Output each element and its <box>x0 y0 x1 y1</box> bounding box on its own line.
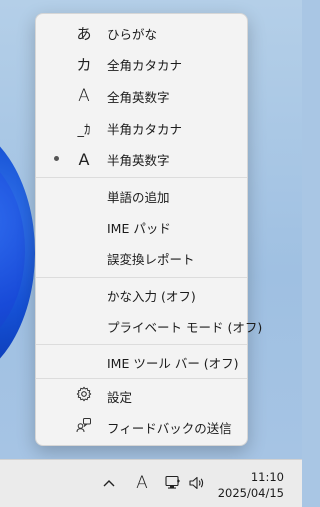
menu-separator <box>36 277 247 278</box>
menu-item-label: プライベート モード (オフ) <box>107 319 263 335</box>
clock-date: 2025/04/15 <box>217 486 284 500</box>
fullwidth-a-icon: A <box>78 86 90 106</box>
chevron-up-icon[interactable] <box>100 472 118 494</box>
menu-separator <box>36 344 247 345</box>
volume-icon[interactable] <box>187 472 207 494</box>
volume-icon-svg <box>189 476 204 490</box>
ime-mode-indicator[interactable]: A <box>132 472 152 494</box>
menu-item-kana-input[interactable]: かな入力 (オフ) <box>40 280 243 310</box>
system-clock[interactable]: 11:10 2025/04/15 <box>218 469 284 501</box>
menu-item-fullwidth-katakana[interactable]: カ 全角カタカナ <box>40 49 243 79</box>
selected-bullet-icon <box>54 156 59 161</box>
gear-icon-svg <box>76 386 92 402</box>
menu-item-label: フィードバックの送信 <box>107 420 232 436</box>
menu-separator <box>36 177 247 178</box>
menu-separator <box>36 378 247 379</box>
menu-item-ime-toolbar[interactable]: IME ツール バー (オフ) <box>40 347 243 377</box>
menu-item-label: 全角カタカナ <box>107 57 183 73</box>
menu-item-hiragana[interactable]: あ ひらがな <box>40 18 243 48</box>
menu-item-label: かな入力 (オフ) <box>107 288 196 304</box>
menu-item-label: 誤変換レポート <box>107 251 195 267</box>
menu-item-label: 単語の追加 <box>107 189 170 205</box>
menu-item-label: 全角英数字 <box>107 89 170 105</box>
clock-time: 11:10 <box>250 470 284 484</box>
menu-item-private-mode[interactable]: プライベート モード (オフ) <box>40 311 262 341</box>
menu-item-add-word[interactable]: 単語の追加 <box>40 181 243 211</box>
menu-item-label: IME ツール バー (オフ) <box>107 355 239 371</box>
network-icon-svg <box>165 475 180 489</box>
chevron-up-icon-svg <box>103 480 115 487</box>
menu-item-settings[interactable]: 設定 <box>40 381 243 411</box>
network-icon[interactable] <box>162 472 182 494</box>
katakana-icon: カ <box>76 55 92 74</box>
menu-item-conversion-report[interactable]: 誤変換レポート <box>40 243 243 273</box>
menu-item-label: 半角英数字 <box>107 152 170 168</box>
gear-icon <box>74 386 94 406</box>
menu-item-label: 設定 <box>107 389 133 405</box>
halfwidth-a-icon: A <box>78 149 90 169</box>
menu-item-ime-pad[interactable]: IME パッド <box>40 212 243 242</box>
menu-item-label: IME パッド <box>107 220 171 236</box>
menu-item-send-feedback[interactable]: フィードバックの送信 <box>40 412 243 442</box>
taskbar: A 11:10 2025/04/15 <box>0 459 302 507</box>
menu-item-fullwidth-alphanumeric[interactable]: A 全角英数字 <box>40 81 243 111</box>
halfwidth-katakana-icon: _ｶ <box>77 122 91 138</box>
ime-context-menu: あ ひらがな カ 全角カタカナ A 全角英数字 _ｶ 半角カタカナ A 半角英数… <box>35 13 262 446</box>
feedback-icon-svg <box>76 418 91 433</box>
hiragana-icon: あ <box>76 24 92 43</box>
menu-item-halfwidth-alphanumeric[interactable]: A 半角英数字 <box>40 144 243 174</box>
menu-item-label: ひらがな <box>107 26 158 42</box>
menu-item-label: 半角カタカナ <box>107 121 183 137</box>
menu-item-halfwidth-katakana[interactable]: _ｶ 半角カタカナ <box>40 113 243 143</box>
feedback-icon <box>74 417 94 437</box>
